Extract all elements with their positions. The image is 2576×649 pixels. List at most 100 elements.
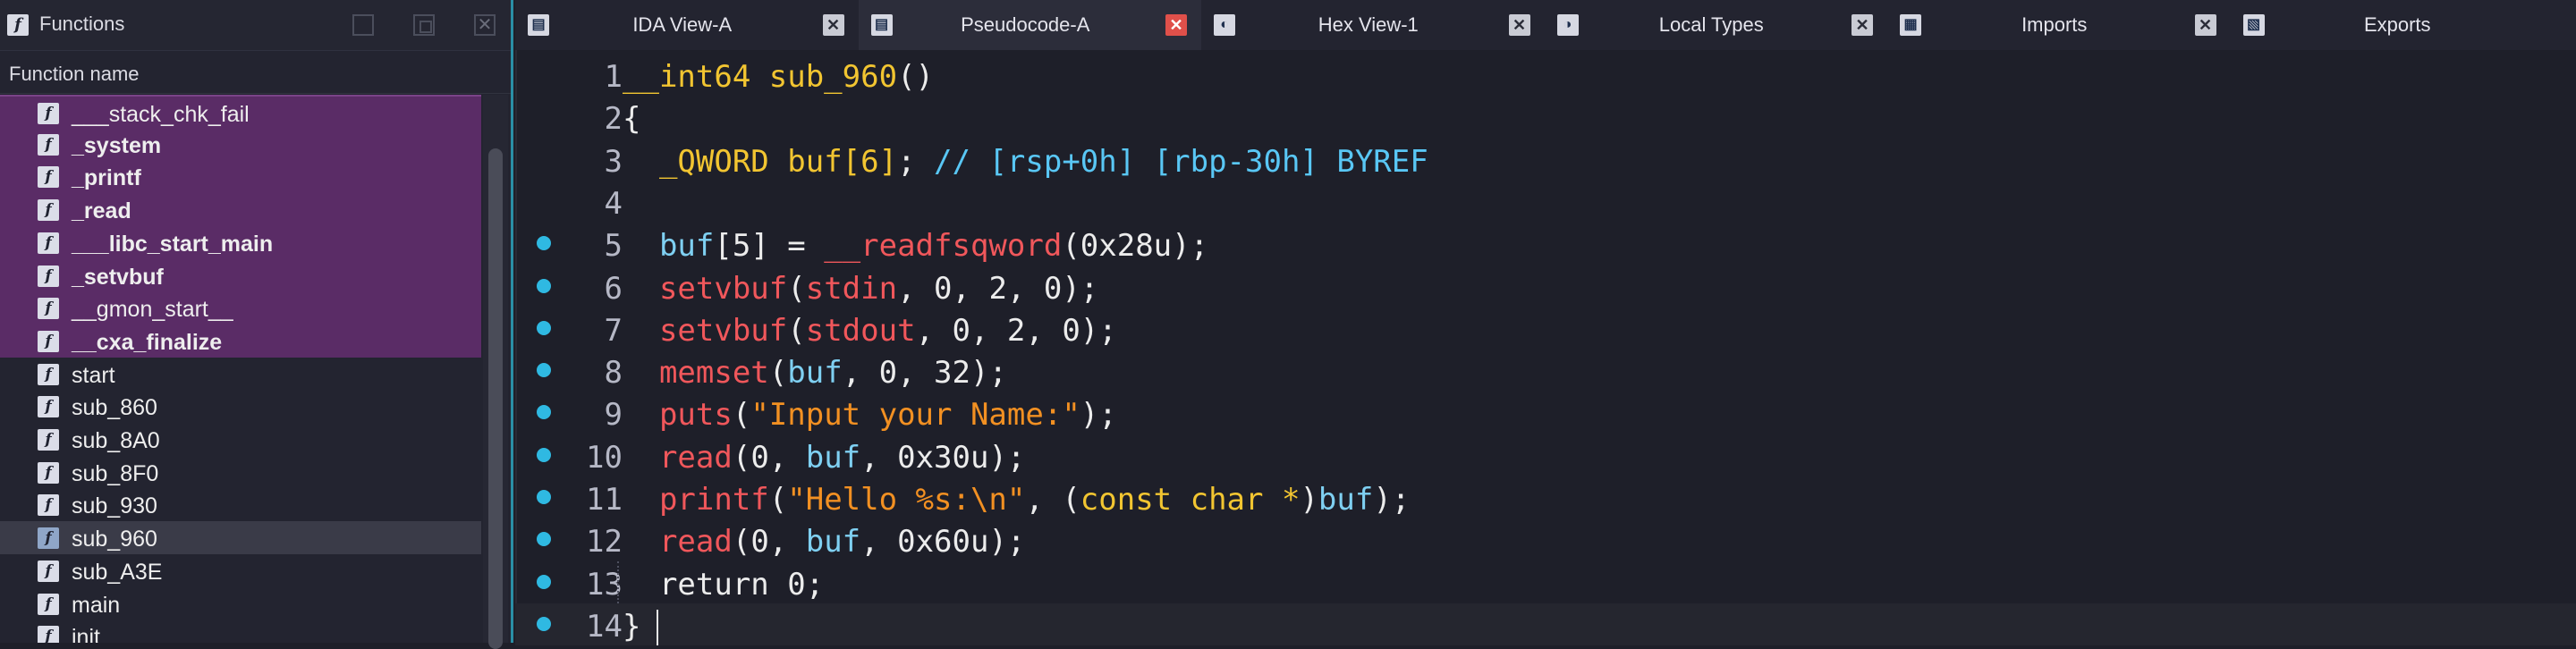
function-list-item[interactable]: f start	[0, 358, 481, 391]
close-tab-button[interactable]: ✕	[1508, 14, 1530, 36]
code-token: (	[732, 397, 751, 434]
restore-window-button[interactable]	[413, 14, 435, 36]
function-icon: f	[38, 396, 59, 418]
function-list-item[interactable]: f _printf	[0, 160, 481, 194]
code-line[interactable]: 12 read(0, buf, 0x60u);	[515, 518, 2576, 560]
function-icon: f	[38, 560, 59, 582]
code-line[interactable]: 1 __int64 sub_960()	[515, 54, 2576, 96]
function-list-item[interactable]: f _setvbuf	[0, 258, 481, 292]
code-token: ;	[897, 143, 935, 180]
tab-hex-view-1[interactable]: ◐ Hex View-1 ✕	[1201, 0, 1545, 50]
code-line[interactable]: 14}	[515, 603, 2576, 646]
function-list-item[interactable]: f ___stack_chk_fail	[0, 95, 481, 130]
function-name: _system	[72, 132, 162, 158]
function-list-item[interactable]: f sub_960	[0, 521, 481, 555]
function-list-item[interactable]: f ___libc_start_main	[0, 225, 481, 259]
function-list-item[interactable]: f __gmon_start__	[0, 291, 481, 325]
tab-exports[interactable]: ▧ Exports	[2231, 0, 2574, 50]
breakpoint-dot-icon[interactable]	[537, 236, 551, 251]
function-icon: f	[38, 103, 59, 124]
line-number: 9	[604, 397, 623, 434]
code-token: read	[658, 439, 733, 476]
function-name: __gmon_start__	[72, 297, 233, 323]
float-window-button[interactable]	[352, 14, 374, 36]
code-token: buf[6]	[787, 143, 898, 180]
line-number: 12	[586, 524, 623, 560]
pseudocode-view[interactable]: 1 __int64 sub_960() 2{3 _QWORD buf[6]; // …	[515, 50, 2576, 646]
breakpoint-dot-icon[interactable]	[537, 363, 551, 378]
function-list-item[interactable]: f sub_860	[0, 390, 481, 423]
breakpoint-dot-icon[interactable]	[537, 532, 551, 547]
close-tab-button[interactable]: ✕	[822, 14, 844, 36]
function-list-item[interactable]: f sub_8F0	[0, 456, 481, 489]
function-list-item[interactable]: f _system	[0, 127, 481, 161]
breakpoint-dot-icon[interactable]	[537, 278, 551, 293]
line-number: 14	[586, 608, 623, 645]
line-number: 2	[604, 101, 623, 138]
code-token: buf	[787, 355, 843, 392]
function-list-item[interactable]: f sub_930	[0, 488, 481, 521]
function-list-item[interactable]: f _read	[0, 193, 481, 227]
code-token: buf	[805, 524, 861, 560]
code-text: _QWORD buf[6]; // [rsp+0h] [rbp-30h] BYR…	[623, 144, 1428, 180]
code-line[interactable]: 5 buf[5] = __readfsqword(0x28u);	[515, 223, 2576, 265]
close-tab-button[interactable]: ✕	[2194, 14, 2216, 36]
function-name: init	[72, 625, 100, 643]
close-tab-button[interactable]: ✕	[1852, 14, 1873, 36]
code-line[interactable]: 6 setvbuf(stdin, 0, 2, 0);	[515, 266, 2576, 308]
code-token: setvbuf	[658, 312, 788, 349]
function-list-item[interactable]: f __cxa_finalize	[0, 324, 481, 358]
code-token: buf	[1318, 482, 1374, 518]
code-text: {	[623, 101, 640, 137]
function-name: sub_8F0	[72, 460, 159, 486]
function-name: sub_8A0	[72, 428, 160, 453]
function-list-item[interactable]: f sub_A3E	[0, 554, 481, 587]
scrollbar-thumb[interactable]	[488, 148, 503, 649]
code-line[interactable]: 9 puts("Input your Name:");	[515, 392, 2576, 434]
code-line[interactable]: 11 printf("Hello %s:\n", (const char *)b…	[515, 476, 2576, 518]
code-token: stdin	[805, 270, 898, 307]
function-name-column-header[interactable]: Function name	[0, 54, 511, 94]
function-icon: f	[38, 199, 59, 222]
breakpoint-dot-icon[interactable]	[537, 574, 551, 589]
function-list-item[interactable]: f sub_8A0	[0, 423, 481, 456]
close-panel-button[interactable]: ✕	[474, 14, 496, 36]
code-token: _QWORD	[658, 143, 788, 180]
tab-ida-view-a[interactable]: ▤ IDA View-A ✕	[515, 0, 859, 50]
code-line[interactable]: 2{	[515, 96, 2576, 138]
function-icon: f	[38, 133, 59, 156]
function-list-item[interactable]: f init	[0, 620, 481, 643]
function-name: __cxa_finalize	[72, 329, 223, 355]
code-token: "Hello %s:\n"	[787, 482, 1026, 518]
line-number: 3	[604, 143, 623, 180]
code-line[interactable]: 8 memset(buf, 0, 32);	[515, 350, 2576, 392]
code-line[interactable]: 10 read(0, buf, 0x30u);	[515, 434, 2576, 476]
tab-local-types[interactable]: ◑ Local Types ✕	[1545, 0, 1888, 50]
function-list-item[interactable]: f main	[0, 587, 481, 620]
tab-imports[interactable]: ▦ Imports ✕	[1887, 0, 2231, 50]
breakpoint-dot-icon[interactable]	[537, 320, 551, 335]
function-icon: f	[38, 626, 59, 643]
line-number: 7	[604, 312, 623, 349]
code-line[interactable]: 13 return 0;	[515, 560, 2576, 603]
tab-label: Exports	[2363, 13, 2431, 36]
breakpoint-dot-icon[interactable]	[537, 447, 551, 462]
function-list-scrollbar[interactable]	[483, 95, 508, 649]
close-tab-button[interactable]: ✕	[1165, 14, 1187, 36]
function-icon: f	[38, 298, 59, 320]
code-token: (	[768, 482, 788, 518]
code-text: read(0, buf, 0x30u);	[623, 440, 1025, 476]
code-line[interactable]: 4	[515, 181, 2576, 223]
breakpoint-dot-icon[interactable]	[537, 490, 551, 504]
tab-pseudocode-a[interactable]: ▤ Pseudocode-A ✕	[858, 0, 1201, 50]
code-line[interactable]: 7 setvbuf(stdout, 0, 2, 0);	[515, 308, 2576, 350]
code-line[interactable]: 3 _QWORD buf[6]; // [rsp+0h] [rbp-30h] B…	[515, 139, 2576, 181]
function-icon: f	[38, 166, 59, 189]
imports-icon: ▦	[1900, 14, 1921, 36]
breakpoint-dot-icon[interactable]	[537, 405, 551, 420]
breakpoint-dot-icon[interactable]	[537, 616, 551, 631]
code-token: __readfsqword	[824, 228, 1063, 265]
function-name: start	[72, 362, 115, 388]
